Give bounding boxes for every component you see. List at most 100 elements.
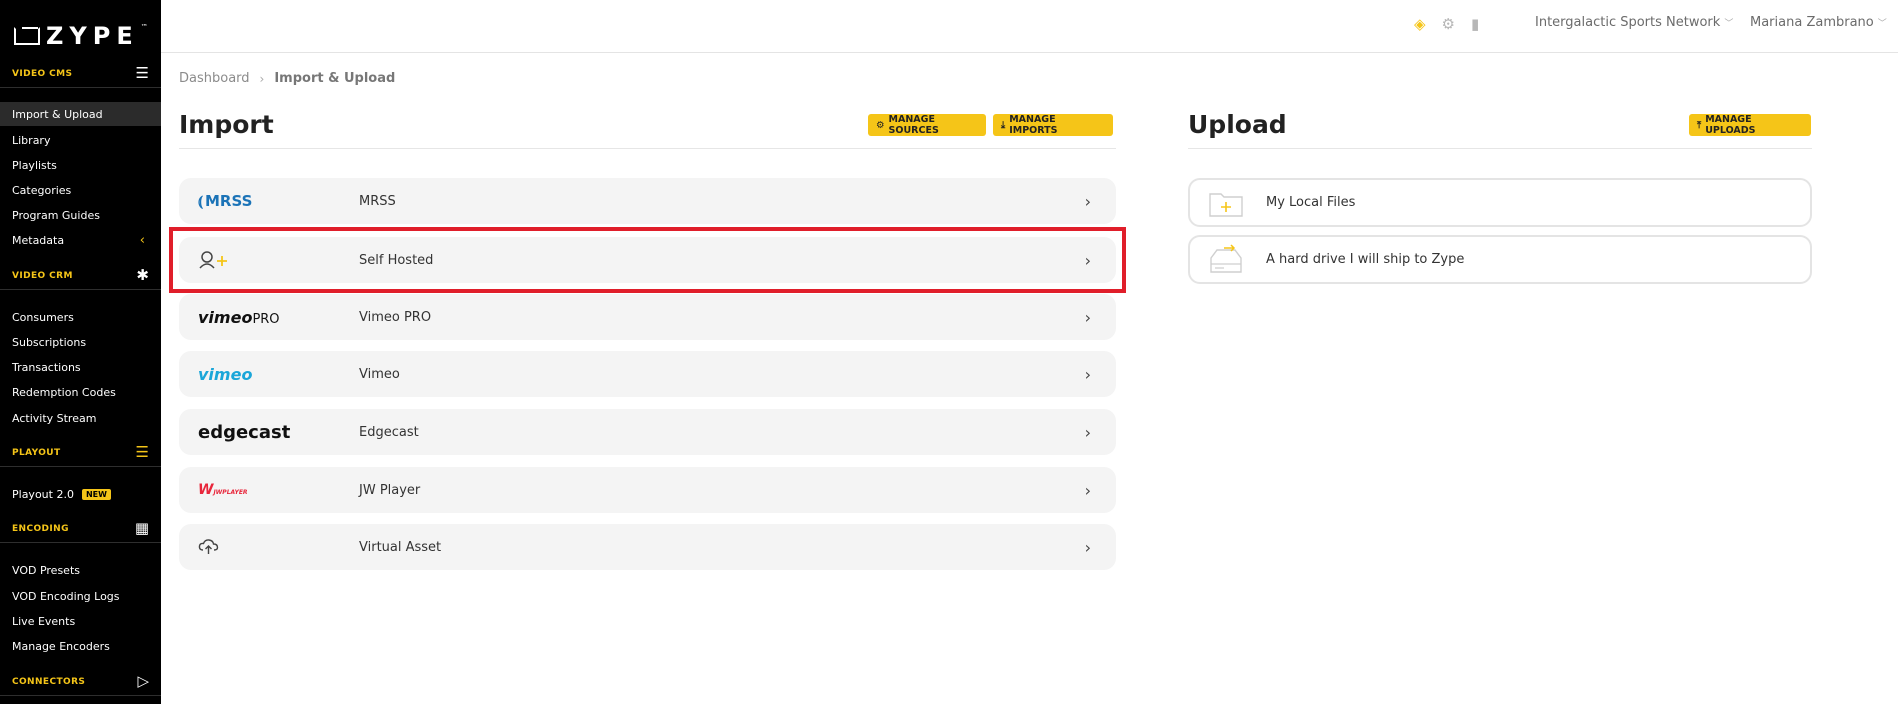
- chat-icon[interactable]: ▮: [1471, 15, 1479, 33]
- import-row-virtual-asset[interactable]: Virtual Asset ›: [179, 524, 1116, 570]
- settings-icon[interactable]: ⚙: [1442, 15, 1455, 33]
- manage-imports-button[interactable]: ⤓ MANAGE IMPORTS: [993, 114, 1113, 136]
- upload-title: Upload: [1188, 110, 1287, 139]
- logo-trademark: ™: [140, 23, 148, 31]
- sidebar-item-label: Subscriptions: [12, 335, 87, 349]
- sidebar-item-label: Program Guides: [12, 208, 100, 222]
- sidebar-item-label: Playlists: [12, 158, 57, 172]
- sidebar-item-label: Activity Stream: [12, 411, 97, 425]
- sidebar-item-label: Playout 2.0: [12, 487, 74, 501]
- section-label: VIDEO CMS: [12, 68, 73, 79]
- chevron-right-icon: ›: [1084, 480, 1091, 500]
- vimeo-pro-logo: vimeoPRO: [179, 308, 359, 327]
- breadcrumb: Dashboard › Import & Upload: [179, 71, 395, 86]
- grid-icon[interactable]: ▦: [135, 521, 149, 536]
- upload-card-label: A hard drive I will ship to Zype: [1266, 252, 1465, 267]
- vimeo-pro-logo-suffix: PRO: [252, 311, 280, 327]
- sidebar-item-label: Live Events: [12, 614, 76, 628]
- folder-add-icon: [1209, 192, 1243, 217]
- sidebar-item-manage-encoders[interactable]: Manage Encoders: [0, 634, 161, 658]
- import-title: Import: [179, 110, 274, 139]
- cloud-upload-icon: [198, 539, 219, 554]
- organization-dropdown[interactable]: Intergalactic Sports Network ﹀: [1535, 15, 1733, 30]
- chevron-left-icon: ‹: [139, 232, 145, 248]
- sidebar-item-label: Categories: [12, 183, 72, 197]
- topbar: ◈ ⚙ ▮ Intergalactic Sports Network ﹀ Mari…: [161, 0, 1898, 53]
- selection-highlight: [169, 227, 1126, 293]
- sidebar-item-activity-stream[interactable]: Activity Stream: [0, 406, 161, 430]
- section-playout: PLAYOUT ☰: [0, 439, 161, 467]
- user-name: Mariana Zambrano: [1750, 15, 1874, 30]
- jw-player-logo: WJWPLAYER: [179, 482, 359, 498]
- manage-sources-button[interactable]: ⚙ MANAGE SOURCES: [868, 114, 986, 136]
- import-row-vimeo[interactable]: vimeo Vimeo ›: [179, 351, 1116, 397]
- section-label: PLAYOUT: [12, 447, 61, 458]
- upload-local-files[interactable]: My Local Files: [1188, 178, 1812, 227]
- section-encoding: ENCODING ▦: [0, 515, 161, 543]
- chevron-right-icon: ›: [1084, 364, 1091, 384]
- logo-text: ZYPE: [46, 22, 139, 50]
- sidebar-item-vod-encoding-logs[interactable]: VOD Encoding Logs: [0, 584, 161, 608]
- sidebar-item-playout[interactable]: Playout 2.0 NEW: [0, 482, 161, 506]
- sidebar-item-import-upload[interactable]: Import & Upload: [0, 102, 161, 126]
- import-divider: [179, 148, 1116, 149]
- manage-uploads-button[interactable]: ⤒ MANAGE UPLOADS: [1689, 114, 1811, 136]
- sidebar-item-metadata[interactable]: Metadata ‹: [0, 228, 161, 252]
- chevron-right-icon: ›: [1084, 422, 1091, 442]
- hard-drive-icon-slot: [1190, 243, 1266, 276]
- playout-icon[interactable]: ☰: [136, 445, 149, 460]
- breadcrumb-current: Import & Upload: [274, 71, 396, 86]
- sidebar-item-redemption-codes[interactable]: Redemption Codes: [0, 380, 161, 404]
- import-row-edgecast[interactable]: edgecast Edgecast ›: [179, 409, 1116, 455]
- hard-drive-icon: [1210, 243, 1242, 273]
- gear-icon: ⚙: [876, 119, 885, 131]
- chevron-right-icon: ›: [1084, 307, 1091, 327]
- import-row-label: Virtual Asset: [359, 539, 442, 555]
- sidebar-item-label: Redemption Codes: [12, 385, 116, 399]
- section-video-cms: VIDEO CMS ☰: [0, 60, 161, 88]
- jw-player-logo-suffix: JWPLAYER: [213, 489, 248, 496]
- section-label: VIDEO CRM: [12, 270, 73, 281]
- chevron-down-icon: ﹀: [1877, 19, 1887, 29]
- sidebar: ZYPE ™ VIDEO CMS ☰ Import & Upload Libra…: [0, 0, 161, 704]
- zype-logo[interactable]: ZYPE ™: [14, 22, 152, 50]
- edgecast-logo-text: edgecast: [198, 421, 291, 443]
- chevron-right-icon: ›: [259, 71, 265, 86]
- menu-icon[interactable]: ☰: [136, 66, 149, 81]
- sidebar-item-label: Transactions: [12, 360, 81, 374]
- vimeo-logo: vimeo: [179, 365, 359, 384]
- sidebar-item-vod-presets[interactable]: VOD Presets: [0, 558, 161, 582]
- sidebar-item-program-guides[interactable]: Program Guides: [0, 203, 161, 227]
- chevron-down-icon: ﹀: [1724, 19, 1734, 29]
- sidebar-item-library[interactable]: Library: [0, 128, 161, 152]
- user-menu[interactable]: Mariana Zambrano ﹀: [1750, 15, 1887, 30]
- sidebar-item-label: Manage Encoders: [12, 639, 110, 653]
- chevron-right-icon: ›: [1084, 537, 1091, 557]
- layers-icon[interactable]: ◈: [1414, 15, 1426, 33]
- import-row-label: Vimeo: [359, 366, 400, 382]
- upload-divider: [1188, 148, 1812, 149]
- jw-player-logo-mark: W: [198, 482, 214, 498]
- play-outline-icon[interactable]: ▷: [137, 674, 149, 689]
- import-row-label: JW Player: [359, 482, 421, 498]
- upload-ship-hard-drive[interactable]: A hard drive I will ship to Zype: [1188, 235, 1812, 284]
- sidebar-item-playlists[interactable]: Playlists: [0, 153, 161, 177]
- asterisk-icon[interactable]: ✱: [136, 268, 149, 283]
- import-row-label: Vimeo PRO: [359, 309, 432, 325]
- import-row-vimeo-pro[interactable]: vimeoPRO Vimeo PRO ›: [179, 294, 1116, 340]
- upload-icon: ⤒: [1697, 119, 1702, 131]
- import-row-label: MRSS: [359, 193, 396, 209]
- sidebar-item-transactions[interactable]: Transactions: [0, 355, 161, 379]
- sidebar-item-consumers[interactable]: Consumers: [0, 305, 161, 329]
- import-row-jw-player[interactable]: WJWPLAYER JW Player ›: [179, 467, 1116, 513]
- section-label: ENCODING: [12, 523, 69, 534]
- sidebar-item-subscriptions[interactable]: Subscriptions: [0, 330, 161, 354]
- breadcrumb-home[interactable]: Dashboard: [179, 71, 250, 86]
- sidebar-item-categories[interactable]: Categories: [0, 178, 161, 202]
- import-row-mrss[interactable]: ⦅ MRSS MRSS ›: [179, 178, 1116, 224]
- logo-mark-icon: [14, 27, 40, 45]
- sidebar-item-live-events[interactable]: Live Events: [0, 609, 161, 633]
- organization-name: Intergalactic Sports Network: [1535, 15, 1721, 30]
- edgecast-logo: edgecast: [179, 422, 359, 443]
- topbar-icons: ◈ ⚙ ▮: [1414, 15, 1479, 33]
